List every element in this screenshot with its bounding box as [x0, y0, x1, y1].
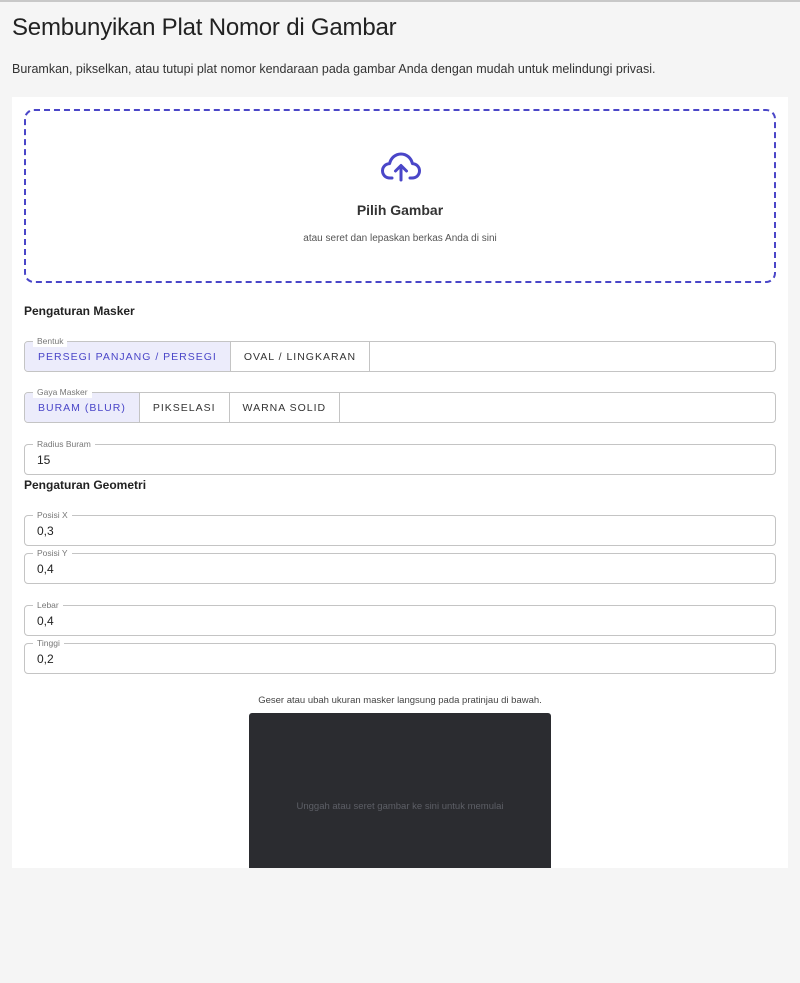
tool-card: Pilih Gambar atau seret dan lepaskan ber…: [12, 97, 788, 868]
position-x-label: Posisi X: [33, 509, 72, 521]
mask-style-label: Gaya Masker: [33, 386, 92, 398]
blur-radius-field: Radius Buram: [24, 438, 776, 475]
preview-hint: Geser atau ubah ukuran masker langsung p…: [258, 695, 542, 706]
top-border: [0, 0, 800, 2]
cloud-upload-icon: [381, 152, 421, 182]
mask-style-field: BURAM (BLUR) PIKSELASI WARNA SOLID Gaya …: [24, 386, 776, 423]
height-field: Tinggi: [24, 637, 776, 674]
position-y-field: Posisi Y: [24, 547, 776, 584]
position-y-input[interactable]: [37, 554, 737, 583]
shape-label: Bentuk: [33, 335, 68, 347]
width-label: Lebar: [33, 599, 63, 611]
page-description: Buramkan, pikselkan, atau tutupi plat no…: [12, 62, 656, 76]
preview-placeholder: Unggah atau seret gambar ke sini untuk m…: [296, 801, 504, 812]
shape-toggle-group: PERSEGI PANJANG / PERSEGI OVAL / LINGKAR…: [25, 342, 371, 371]
style-pixelate-option[interactable]: PIKSELASI: [139, 393, 230, 422]
style-solid-color-option[interactable]: WARNA SOLID: [229, 393, 341, 422]
blur-radius-input[interactable]: [37, 445, 737, 474]
geometry-settings-heading: Pengaturan Geometri: [24, 478, 147, 492]
position-y-label: Posisi Y: [33, 547, 72, 559]
shape-oval-option[interactable]: OVAL / LINGKARAN: [230, 342, 371, 371]
width-field: Lebar: [24, 599, 776, 636]
shape-field: PERSEGI PANJANG / PERSEGI OVAL / LINGKAR…: [24, 335, 776, 372]
width-input[interactable]: [37, 606, 737, 635]
height-input[interactable]: [37, 644, 737, 673]
position-x-input[interactable]: [37, 516, 737, 545]
blur-radius-label: Radius Buram: [33, 438, 95, 450]
position-x-field: Posisi X: [24, 509, 776, 546]
dropzone-hint: atau seret dan lepaskan berkas Anda di s…: [303, 233, 497, 244]
height-label: Tinggi: [33, 637, 64, 649]
mask-settings-heading: Pengaturan Masker: [24, 304, 135, 318]
image-dropzone[interactable]: Pilih Gambar atau seret dan lepaskan ber…: [24, 109, 776, 283]
choose-image-button[interactable]: Pilih Gambar: [26, 202, 774, 218]
image-preview-canvas[interactable]: Unggah atau seret gambar ke sini untuk m…: [249, 713, 551, 868]
page-title: Sembunyikan Plat Nomor di Gambar: [12, 14, 397, 41]
